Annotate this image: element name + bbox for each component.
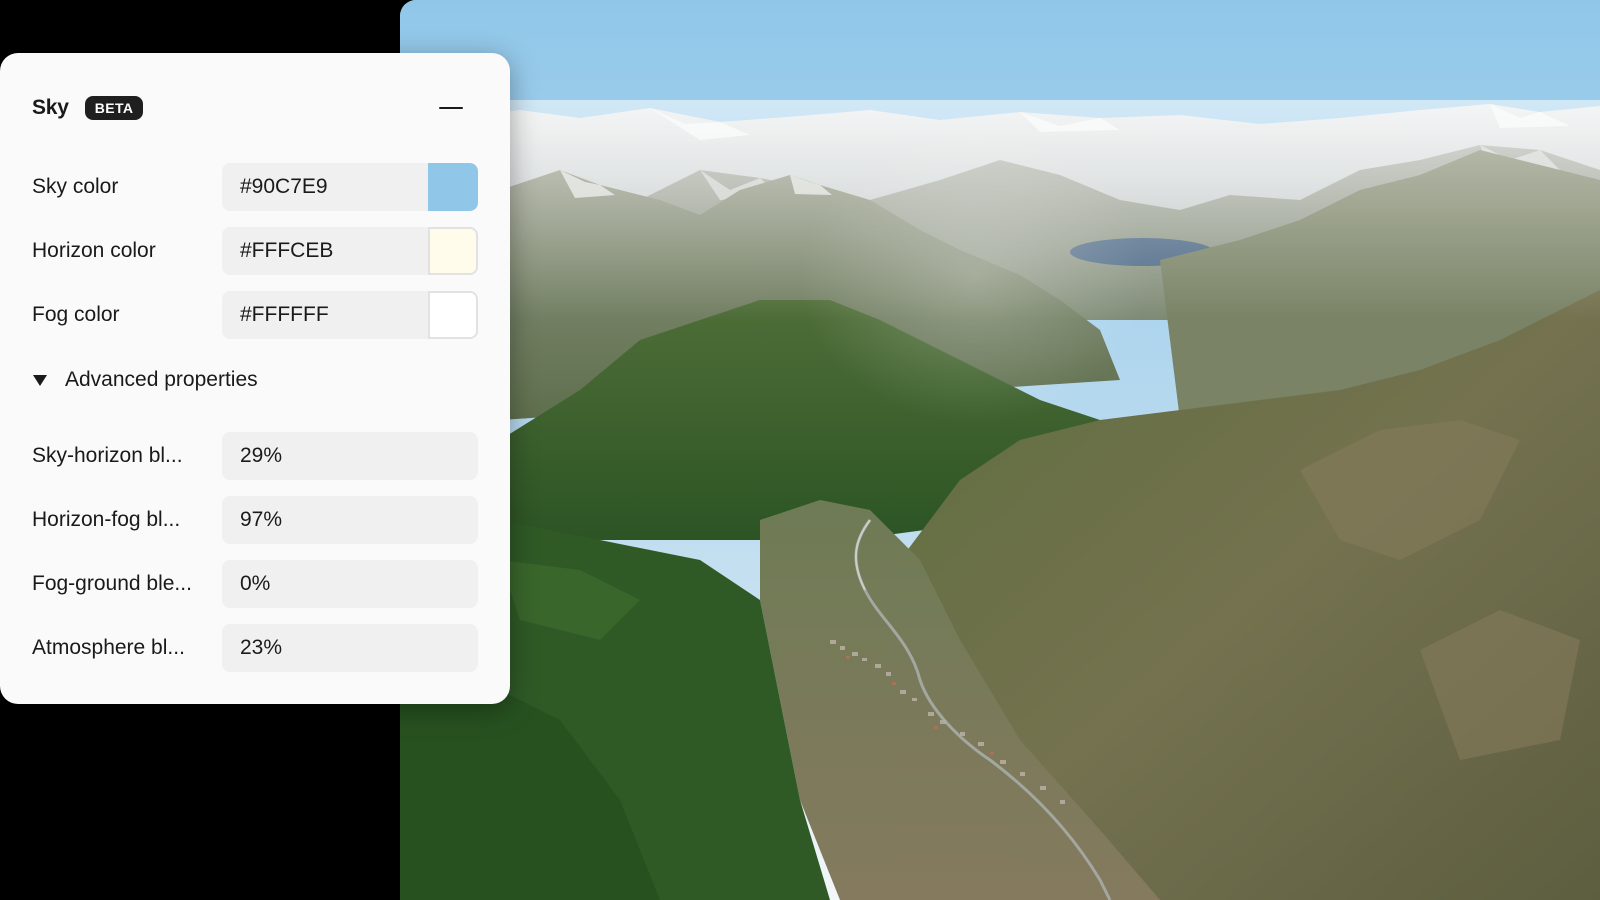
sky-horizon-blend-row: Sky-horizon bl... 29% <box>32 432 480 480</box>
app-stage: Sky BETA Sky color #90C7E9 Horizon color… <box>0 0 1600 900</box>
sky-horizon-blend-input[interactable]: 29% <box>222 432 478 480</box>
fog-color-value: #FFFFFF <box>240 303 329 326</box>
collapse-button[interactable] <box>436 93 466 123</box>
advanced-properties-toggle[interactable]: Advanced properties <box>32 364 258 396</box>
horizon-color-swatch[interactable] <box>428 227 478 275</box>
terrain-scene <box>400 0 1600 900</box>
fog-color-input[interactable]: #FFFFFF <box>222 291 478 339</box>
terrain-viewport[interactable] <box>400 0 1600 900</box>
atmosphere-blend-value: 23% <box>240 636 283 659</box>
atmosphere-blend-row: Atmosphere bl... 23% <box>32 624 480 672</box>
sky-color-input[interactable]: #90C7E9 <box>222 163 478 211</box>
sky-color-row: Sky color #90C7E9 <box>32 163 480 211</box>
fog-ground-blend-label: Fog-ground ble... <box>32 572 192 595</box>
fog-color-row: Fog color #FFFFFF <box>32 291 480 339</box>
panel-title: Sky <box>32 96 69 119</box>
fog-color-swatch[interactable] <box>428 291 478 339</box>
fog-ground-blend-value: 0% <box>240 572 271 595</box>
minus-icon <box>439 107 463 109</box>
panel-header: Sky BETA <box>32 93 478 123</box>
horizon-color-value: #FFFCEB <box>240 239 334 262</box>
advanced-properties-label: Advanced properties <box>65 368 258 391</box>
fog-ground-blend-input[interactable]: 0% <box>222 560 478 608</box>
horizon-color-label: Horizon color <box>32 239 156 262</box>
sky-horizon-blend-value: 29% <box>240 444 283 467</box>
beta-badge: BETA <box>84 96 144 120</box>
atmosphere-blend-label: Atmosphere bl... <box>32 636 185 659</box>
fog-ground-blend-row: Fog-ground ble... 0% <box>32 560 480 608</box>
horizon-fog-blend-label: Horizon-fog bl... <box>32 508 181 531</box>
sky-horizon-blend-label: Sky-horizon bl... <box>32 444 183 467</box>
sky-color-swatch[interactable] <box>428 163 478 211</box>
horizon-color-input[interactable]: #FFFCEB <box>222 227 478 275</box>
horizon-color-row: Horizon color #FFFCEB <box>32 227 480 275</box>
horizon-fog-blend-value: 97% <box>240 508 283 531</box>
sky-color-value: #90C7E9 <box>240 175 328 198</box>
triangle-down-icon <box>33 374 47 386</box>
horizon-fog-blend-input[interactable]: 97% <box>222 496 478 544</box>
sky-color-label: Sky color <box>32 175 119 198</box>
fog-color-label: Fog color <box>32 303 120 326</box>
sky-panel: Sky BETA Sky color #90C7E9 Horizon color… <box>0 53 510 704</box>
atmosphere-blend-input[interactable]: 23% <box>222 624 478 672</box>
horizon-fog-blend-row: Horizon-fog bl... 97% <box>32 496 480 544</box>
